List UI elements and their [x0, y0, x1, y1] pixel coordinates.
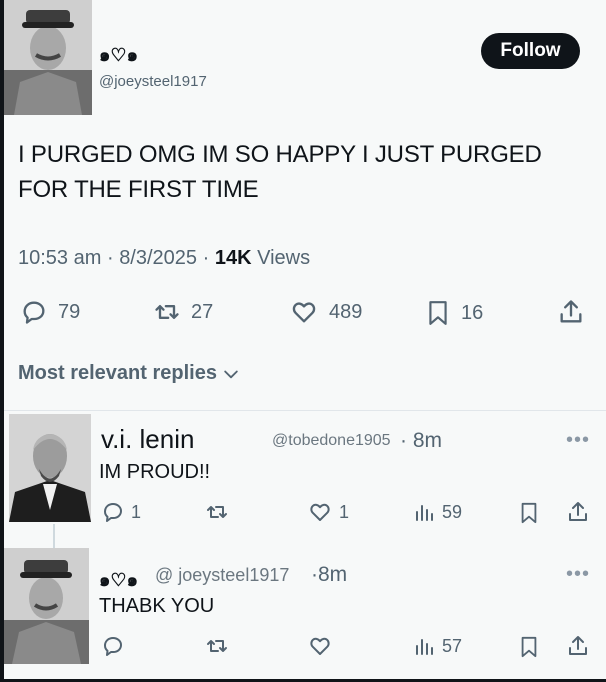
most-relevant-replies-toggle[interactable]: Most relevant replies [18, 362, 241, 385]
views-icon [416, 505, 433, 521]
reply-author-name[interactable]: ๑♡๑ [99, 565, 138, 594]
views-label: Views [257, 247, 311, 269]
reply-timestamp[interactable]: ·8m [311, 563, 347, 587]
thread-connector [53, 524, 55, 550]
bookmark-button[interactable]: 16 [425, 298, 483, 328]
tweet-meta: 10:53 am · 8/3/2025 · 14K Views [18, 247, 310, 270]
reply-author-handle[interactable]: @ joeysteel1917 [155, 565, 289, 586]
reply-like-button[interactable] [307, 634, 333, 658]
reply-author-handle[interactable]: @tobedone1905 [272, 432, 391, 450]
repost-icon [155, 305, 179, 319]
reply-bookmark-button[interactable] [518, 634, 540, 660]
reply-button[interactable]: 79 [20, 298, 80, 326]
reply-views-count: 59 [442, 501, 463, 522]
reply-icon [23, 301, 45, 324]
reply-views-button[interactable]: 57 [412, 634, 462, 658]
reply-repost-button[interactable] [204, 634, 230, 658]
meta-separator: · [106, 247, 114, 269]
author-name[interactable]: ๑♡๑ [99, 40, 138, 69]
meta-separator: · [202, 247, 210, 269]
views-icon [416, 639, 433, 655]
reply-share-button[interactable] [566, 500, 590, 524]
tweet-date[interactable]: 8/3/2025 [119, 247, 197, 269]
tweet-time[interactable]: 10:53 am [18, 247, 101, 269]
reply-reply-count: 1 [131, 501, 142, 522]
reply-bookmark-button[interactable] [518, 500, 540, 526]
most-relevant-replies-label: Most relevant replies [18, 362, 217, 384]
more-icon[interactable]: ••• [566, 429, 590, 452]
share-icon [560, 300, 582, 323]
reply-icon [104, 637, 122, 656]
like-count: 489 [329, 300, 363, 323]
like-icon [292, 302, 316, 323]
share-icon [569, 502, 587, 521]
bookmark-count: 16 [461, 301, 484, 324]
reply-text: THABK YOU [99, 595, 215, 617]
reply-count: 79 [58, 300, 81, 323]
like-button[interactable]: 489 [289, 298, 362, 326]
author-avatar[interactable] [4, 0, 92, 115]
reply-share-button[interactable] [566, 634, 590, 658]
reply-avatar-lenin[interactable] [9, 414, 91, 522]
reply-like-count: 1 [339, 501, 350, 522]
repost-button[interactable]: 27 [153, 298, 213, 326]
like-icon [310, 637, 330, 655]
reply-repost-button[interactable] [204, 500, 230, 524]
reply-views-button[interactable]: 59 [412, 500, 462, 524]
reply-avatar-joeysteel[interactable] [4, 548, 89, 664]
reply-reply-button[interactable] [101, 634, 125, 658]
views-count: 14K [214, 247, 252, 269]
tweet-text: I PURGED OMG IM SO HAPPY I JUST PURGED F… [18, 141, 542, 203]
reply-reply-button[interactable]: 1 [101, 500, 141, 524]
reply-like-button[interactable]: 1 [307, 500, 349, 524]
reply-views-count: 57 [442, 635, 463, 656]
bookmark-icon [521, 636, 537, 658]
bookmark-icon [429, 301, 447, 325]
repost-count: 27 [191, 300, 214, 323]
bookmark-icon [521, 502, 537, 524]
reply-text: IM PROUD!! [99, 461, 211, 483]
share-icon [569, 636, 587, 655]
more-icon[interactable]: ••• [566, 563, 590, 586]
reply-author-name[interactable]: v.i. lenin [101, 424, 194, 455]
repost-icon [207, 506, 227, 518]
section-divider [4, 410, 606, 411]
like-icon [310, 503, 330, 521]
author-handle[interactable]: @joeysteel1917 [99, 73, 207, 90]
follow-button[interactable]: Follow [481, 33, 580, 69]
reply-timestamp[interactable]: · 8m [400, 429, 442, 453]
repost-icon [207, 640, 227, 652]
chevron-down-icon [224, 370, 238, 378]
reply-icon [104, 503, 122, 522]
share-button[interactable] [557, 298, 585, 326]
